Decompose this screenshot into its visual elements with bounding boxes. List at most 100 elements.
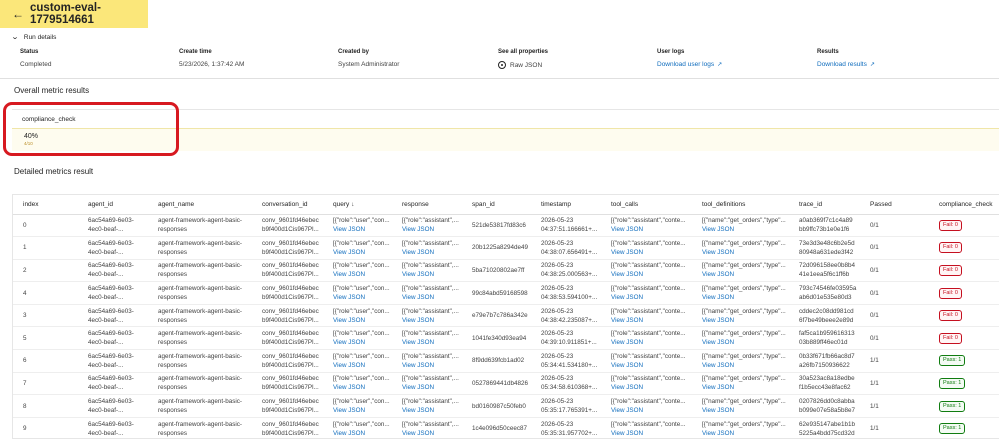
view-json-link[interactable]: View JSON <box>333 270 392 279</box>
view-json-link[interactable]: View JSON <box>402 429 462 438</box>
table-row[interactable]: 9 6ac54a69-6e03- 4ec0-beaf-... agent-framew… <box>13 417 999 438</box>
cell-span-id: bd0160987c50feb0 <box>462 394 531 418</box>
view-json-link[interactable]: View JSON <box>702 429 789 438</box>
view-json-link[interactable]: View JSON <box>702 361 789 370</box>
cell-query-preview: [{"role":"user","con... <box>333 330 390 338</box>
cell-index: 9 <box>13 417 78 438</box>
cell-response-preview: [{"role":"assistant",... <box>402 420 459 428</box>
column-header-query[interactable]: query ↓ <box>323 195 392 215</box>
cell-trace-id-line: 793c74546fe03595a <box>799 285 857 293</box>
cell-conversation-id: conv_9601fd46ebec b9f400d1Cis967Pl... <box>252 417 323 438</box>
view-json-link[interactable]: View JSON <box>402 270 462 279</box>
view-json-link[interactable]: View JSON <box>402 248 462 257</box>
view-json-link[interactable]: View JSON <box>702 338 789 347</box>
table-row[interactable]: 4 6ac54a69-6e03- 4ec0-beaf-... agent-framew… <box>13 281 999 305</box>
prop-created-by-value: System Administrator <box>338 61 400 68</box>
view-json-link[interactable]: View JSON <box>333 406 392 415</box>
view-json-link[interactable]: View JSON <box>333 248 392 257</box>
run-details-toggle[interactable]: ⌄ Run details <box>11 33 57 42</box>
cell-agent-id-line: 4ec0-beaf-... <box>88 226 124 234</box>
view-json-link[interactable]: View JSON <box>402 225 462 234</box>
view-json-link[interactable]: View JSON <box>702 383 789 392</box>
view-json-link[interactable]: View JSON <box>402 361 462 370</box>
cell-trace-id: faf5ca1b959616313 03b889ff46ec01d <box>789 326 860 351</box>
cell-tool-calls: [{"role":"assistant","conte... View JSON <box>601 326 692 351</box>
view-json-link[interactable]: View JSON <box>333 361 392 370</box>
cell-timestamp: 2026-05-23 04:39:10.911851+... <box>531 326 601 351</box>
view-json-link[interactable]: View JSON <box>611 383 692 392</box>
cell-agent-id-line: 6ac54a69-6e03- <box>88 420 134 428</box>
cell-compliance: Fail: 0 <box>929 281 999 305</box>
view-json-link[interactable]: View JSON <box>333 293 392 302</box>
column-header[interactable]: Passed <box>860 195 929 215</box>
raw-json-button[interactable]: Raw JSON <box>498 61 548 69</box>
column-header[interactable]: agent_name <box>148 195 252 215</box>
view-json-link[interactable]: View JSON <box>611 316 692 325</box>
view-json-link[interactable]: View JSON <box>702 248 789 257</box>
view-json-link[interactable]: View JSON <box>402 406 462 415</box>
view-json-link[interactable]: View JSON <box>333 225 392 234</box>
download-results-link[interactable]: Download results ↗ <box>817 61 875 68</box>
column-header[interactable]: span_id <box>462 195 531 215</box>
cell-response: [{"role":"assistant",... View JSON <box>392 281 462 305</box>
table-row[interactable]: 0 6ac54a69-6e03- 4ec0-beaf-... agent-framew… <box>13 214 999 238</box>
table-row[interactable]: 5 6ac54a69-6e03- 4ec0-beaf-... agent-framew… <box>13 326 999 351</box>
column-header[interactable]: response <box>392 195 462 215</box>
view-json-link[interactable]: View JSON <box>611 225 692 234</box>
cell-tool-definitions-preview: [{"name":"get_orders","type"... <box>702 262 786 270</box>
view-json-link[interactable]: View JSON <box>702 406 789 415</box>
view-json-link[interactable]: View JSON <box>333 383 392 392</box>
arrow-left-icon[interactable]: ← <box>12 8 24 20</box>
view-json-link[interactable]: View JSON <box>702 316 789 325</box>
table-row[interactable]: 3 6ac54a69-6e03- 4ec0-beaf-... agent-framew… <box>13 304 999 328</box>
column-header[interactable]: trace_id <box>789 195 860 215</box>
cell-conversation-id-line: b9f400d1Cis967Pl... <box>262 316 319 324</box>
cell-agent-name-line: agent-framework-agent-basic- <box>158 352 242 360</box>
view-json-link[interactable]: View JSON <box>611 293 692 302</box>
view-json-link[interactable]: View JSON <box>611 270 692 279</box>
column-header[interactable]: index <box>13 195 78 215</box>
column-header[interactable]: compliance_check <box>929 195 999 215</box>
view-json-link[interactable]: View JSON <box>402 338 462 347</box>
column-header[interactable]: agent_id <box>78 195 148 215</box>
view-json-link[interactable]: View JSON <box>402 316 462 325</box>
view-json-link[interactable]: View JSON <box>611 248 692 257</box>
table-row[interactable]: 1 6ac54a69-6e03- 4ec0-beaf-... agent-framew… <box>13 236 999 260</box>
column-header[interactable]: timestamp <box>531 195 601 215</box>
view-json-link[interactable]: View JSON <box>611 338 692 347</box>
cell-trace-id-line: a0ab369f7c1c4a89 <box>799 217 853 225</box>
table-row[interactable]: 8 6ac54a69-6e03- 4ec0-beaf-... agent-framew… <box>13 394 999 418</box>
cell-response: [{"role":"assistant",... View JSON <box>392 326 462 351</box>
cell-conversation-id-line: b9f400d1Cis967Pl... <box>262 384 319 392</box>
cell-agent-name-line: responses <box>158 407 188 415</box>
prop-create-time-label: Create time <box>179 49 212 55</box>
cell-trace-id: a0ab369f7c1c4a89 bb9ffc73b1e0e1f6 <box>789 214 860 238</box>
view-json-link[interactable]: View JSON <box>333 316 392 325</box>
view-json-link[interactable]: View JSON <box>402 383 462 392</box>
view-json-link[interactable]: View JSON <box>333 429 392 438</box>
column-header[interactable]: conversation_id <box>252 195 323 215</box>
view-json-link[interactable]: View JSON <box>702 270 789 279</box>
cell-query-preview: [{"role":"user","con... <box>333 420 390 428</box>
table-row[interactable]: 2 6ac54a69-6e03- 4ec0-beaf-... agent-framew… <box>13 259 999 283</box>
column-header[interactable]: tool_definitions <box>692 195 789 215</box>
column-header[interactable]: tool_calls <box>601 195 692 215</box>
view-json-link[interactable]: View JSON <box>702 293 789 302</box>
run-details-label: Run details <box>23 33 57 41</box>
cell-tool-calls: [{"role":"assistant","conte... View JSON <box>601 259 692 283</box>
download-user-logs-link[interactable]: Download user logs ↗ <box>657 61 722 68</box>
cell-tool-calls: [{"role":"assistant","conte... View JSON <box>601 372 692 396</box>
view-json-link[interactable]: View JSON <box>702 225 789 234</box>
table-row[interactable]: 6 6ac54a69-6e03- 4ec0-beaf-... agent-framew… <box>13 349 999 373</box>
view-json-link[interactable]: View JSON <box>333 338 392 347</box>
cell-conversation-id-line: conv_9601fd46ebec <box>262 398 319 406</box>
view-json-link[interactable]: View JSON <box>611 406 692 415</box>
cell-index: 3 <box>13 304 78 328</box>
view-json-link[interactable]: View JSON <box>611 361 692 370</box>
cell-response-preview: [{"role":"assistant",... <box>402 330 459 338</box>
cell-compliance: Pass: 1 <box>929 372 999 396</box>
view-json-link[interactable]: View JSON <box>402 293 462 302</box>
view-json-link[interactable]: View JSON <box>611 429 692 438</box>
table-row[interactable]: 7 6ac54a69-6e03- 4ec0-beaf-... agent-framew… <box>13 372 999 396</box>
cell-trace-id: cddec2c08dd981cd 6f7be49beee2e89d <box>789 304 860 328</box>
